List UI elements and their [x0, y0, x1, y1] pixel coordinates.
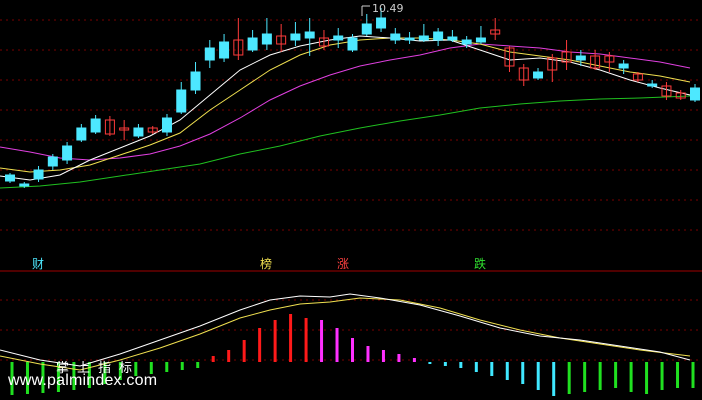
stock-chart-window: 财 榜 涨 跌 10.49 掌上指标 www.palmindex.com: [0, 0, 702, 400]
candle-body: [190, 71, 201, 91]
candle-body: [347, 37, 358, 51]
candle-body: [33, 169, 44, 180]
candle-body: [161, 117, 172, 133]
candle-body: [618, 63, 629, 69]
ma10-line: [0, 37, 691, 173]
candle-body: [575, 55, 586, 61]
candle-body: [333, 35, 344, 41]
candle-body: [176, 89, 187, 113]
candle-body: [361, 23, 372, 35]
candle-body: [133, 127, 144, 137]
candle-body: [90, 118, 101, 133]
candle-body: [62, 145, 73, 161]
signal-die-label: 跌: [474, 257, 487, 271]
candle-body: [461, 39, 472, 45]
candle-body: [219, 41, 230, 59]
signal-zhang-label: 涨: [337, 257, 350, 271]
candle-body: [647, 83, 658, 87]
candle-body: [290, 33, 301, 41]
candle-body: [261, 33, 272, 45]
candle-body: [690, 87, 700, 101]
ma20-line: [0, 43, 691, 161]
chart-canvas: [0, 5, 702, 396]
candle-body: [247, 37, 258, 51]
ma5-line: [0, 35, 691, 181]
candle-body: [475, 37, 486, 43]
signal-bang-label: 榜: [260, 257, 273, 271]
candle-body: [390, 33, 401, 41]
candle-body: [76, 127, 87, 141]
signal-cai-label: 财: [32, 257, 45, 271]
candle-body: [376, 17, 387, 29]
candle-body: [418, 35, 429, 41]
candle-body: [433, 31, 444, 41]
candle-body: [19, 183, 30, 187]
candle-body: [533, 71, 544, 79]
candle-body: [404, 37, 415, 41]
candle-body: [47, 156, 58, 167]
candle-body: [304, 31, 315, 39]
candle-body: [5, 174, 15, 182]
high-price-label: 10.49: [372, 2, 404, 15]
candle-body: [204, 47, 215, 61]
candle-body: [447, 36, 458, 41]
watermark-text: www.palmindex.com: [8, 372, 158, 389]
